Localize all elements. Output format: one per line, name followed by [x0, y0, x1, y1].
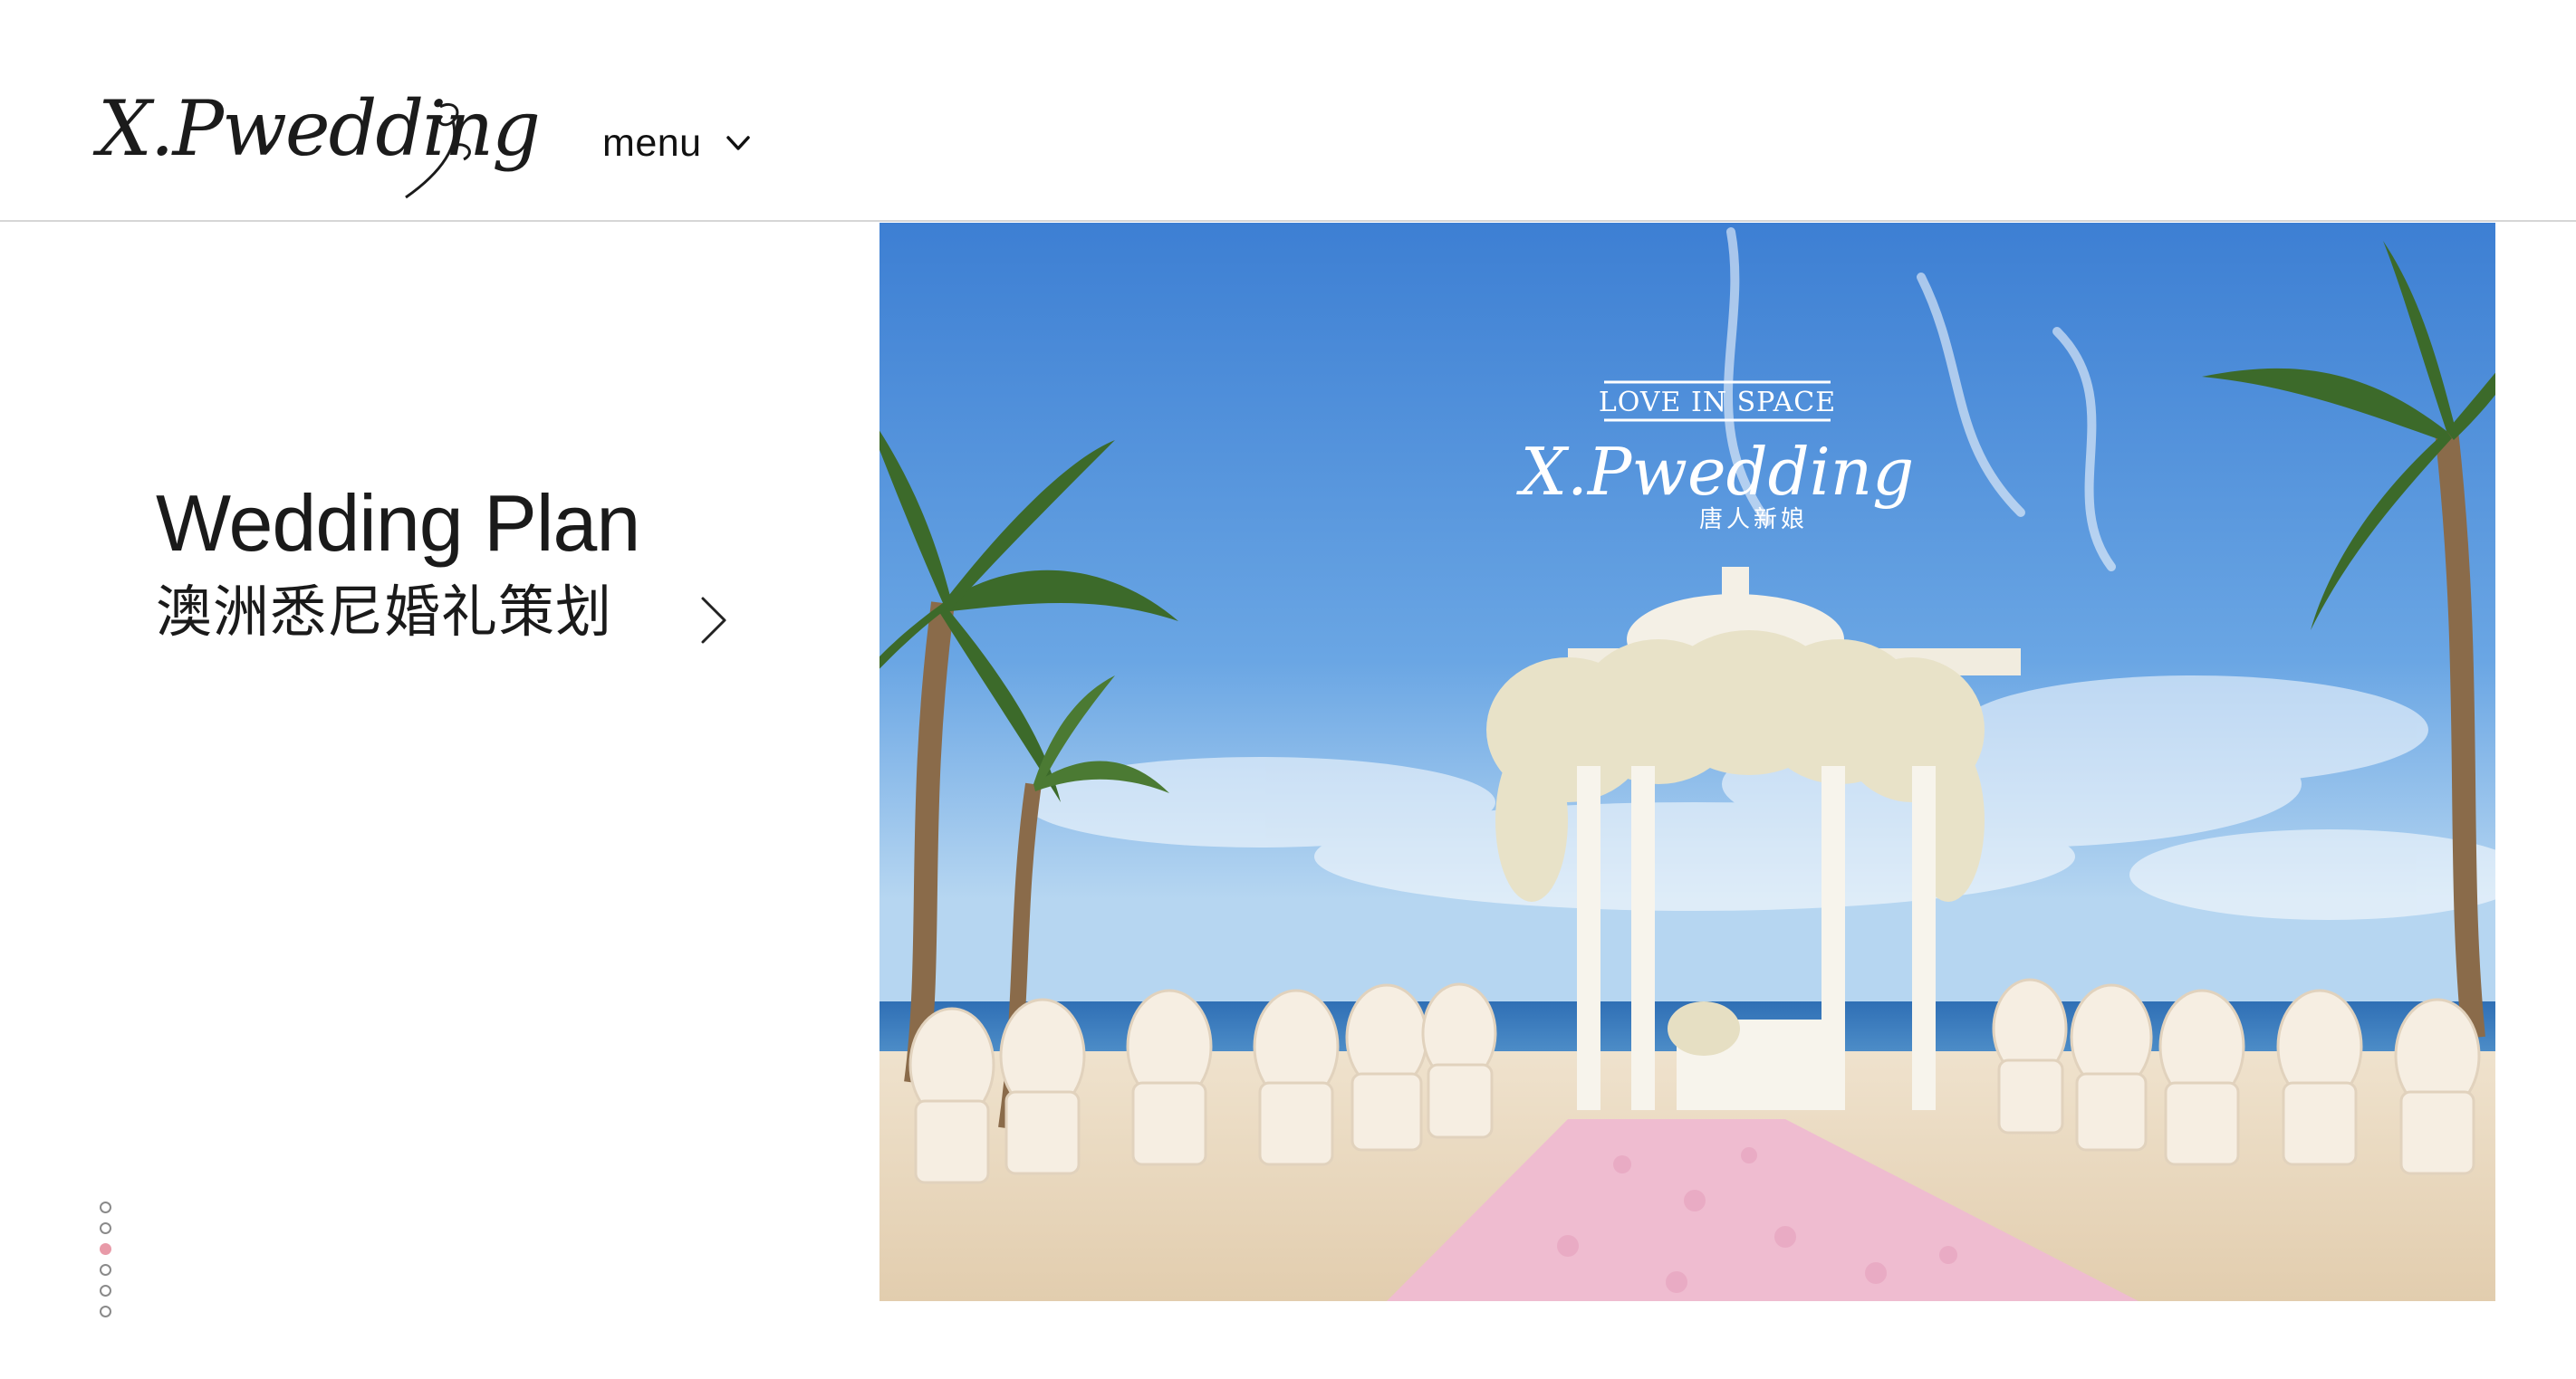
- hero-title: Wedding Plan: [156, 478, 640, 568]
- logo-flourish-icon: [405, 102, 471, 199]
- chevron-down-icon: [726, 136, 750, 150]
- overlay-tagline: LOVE IN SPACE: [1599, 387, 1836, 418]
- pager-dot[interactable]: [100, 1306, 111, 1317]
- hero-subtitle[interactable]: 澳洲悉尼婚礼策划: [156, 579, 612, 645]
- slide-pager: [100, 1202, 114, 1326]
- menu-toggle-button[interactable]: menu: [602, 116, 751, 170]
- hero-subtitle-row[interactable]: 澳洲悉尼婚礼策划: [156, 579, 754, 660]
- beach-wedding-photo: LOVE IN SPACE X.Pwedding 唐人新娘: [879, 223, 2495, 1301]
- menu-label: menu: [602, 120, 702, 165]
- hero-text-block: Wedding Plan 澳洲悉尼婚礼策划: [156, 478, 754, 660]
- chevron-right-icon[interactable]: [694, 593, 734, 647]
- pager-dot[interactable]: [100, 1243, 111, 1255]
- pager-dot[interactable]: [100, 1222, 111, 1234]
- pager-dot[interactable]: [100, 1202, 111, 1213]
- overlay-brand: X.Pwedding: [1516, 434, 1915, 510]
- overlay-brand-cn: 唐人新娘: [1699, 506, 1808, 533]
- site-header: X.Pwedding menu: [0, 0, 2576, 222]
- site-logo[interactable]: X.Pwedding: [98, 91, 541, 208]
- pager-dot[interactable]: [100, 1264, 111, 1276]
- hero-illustration: LOVE IN SPACE X.Pwedding 唐人新娘: [879, 223, 2495, 1301]
- pager-dot[interactable]: [100, 1285, 111, 1297]
